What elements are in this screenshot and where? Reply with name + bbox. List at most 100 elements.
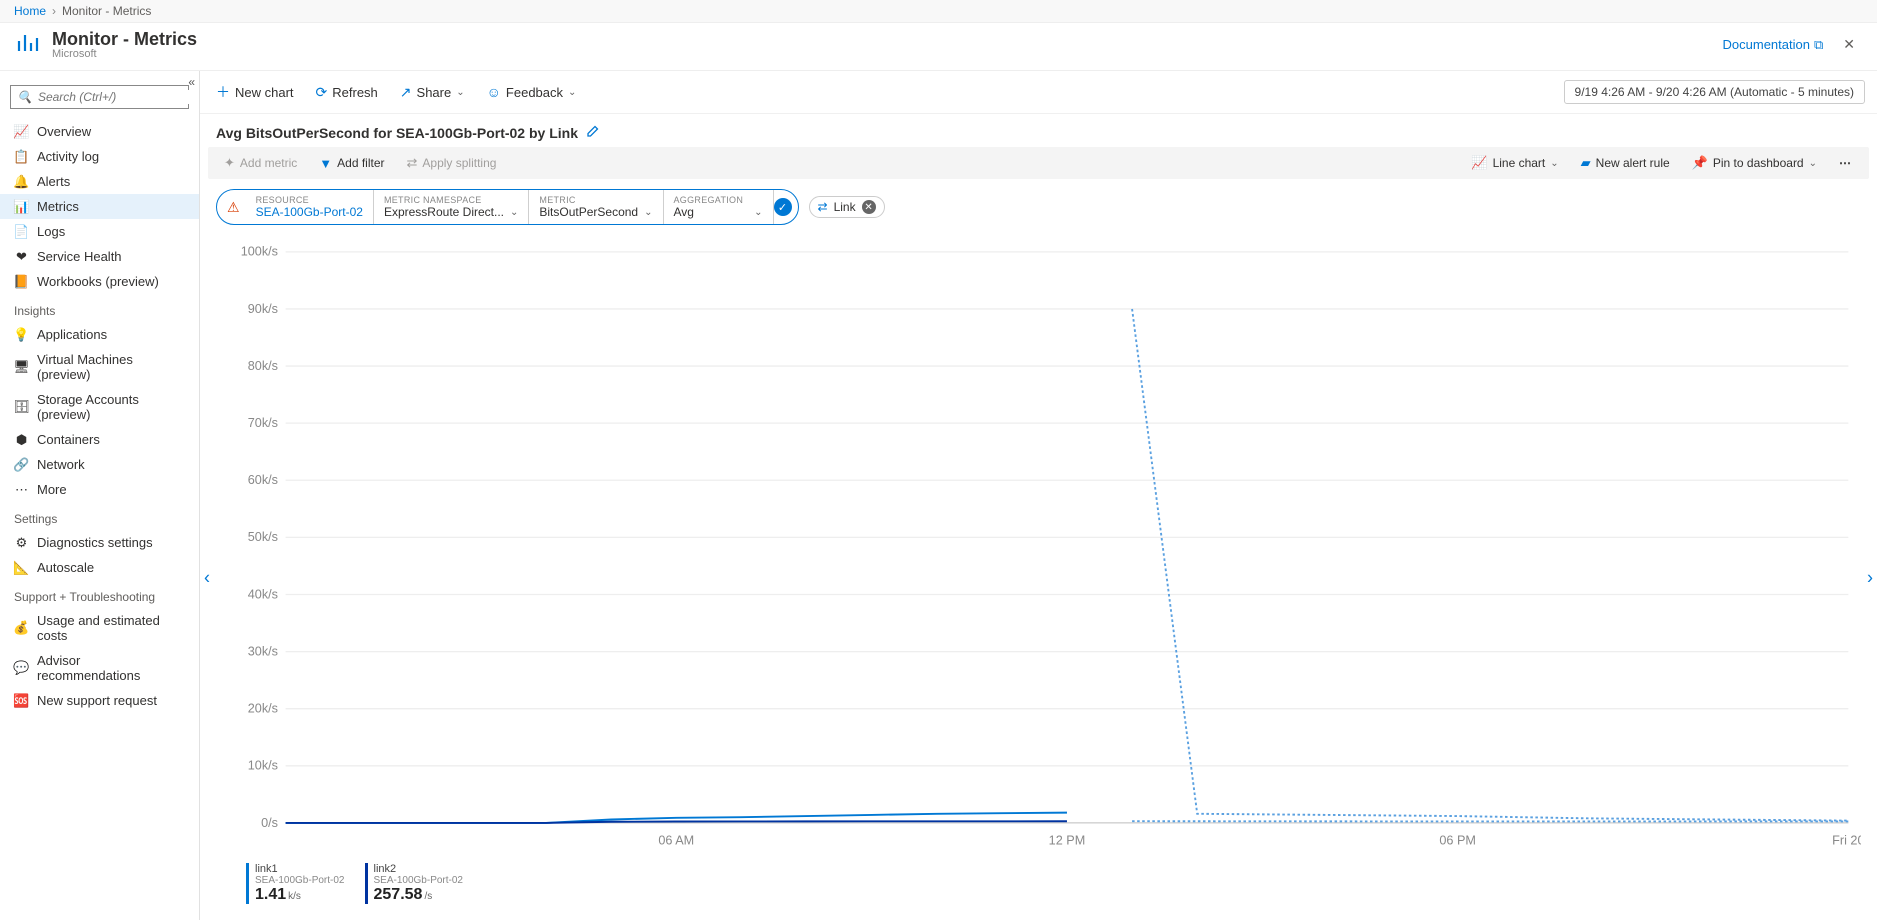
external-link-icon: ⧉ bbox=[1814, 37, 1823, 53]
legend-unit: k/s bbox=[288, 891, 301, 902]
chart-scroll-left[interactable]: ‹ bbox=[200, 561, 216, 594]
legend-resource: SEA-100Gb-Port-02 bbox=[255, 875, 345, 886]
add-metric-icon: ✦ bbox=[224, 155, 235, 171]
split-icon: ⇄ bbox=[407, 155, 418, 171]
nav-label: New support request bbox=[37, 693, 157, 708]
close-button[interactable]: ✕ bbox=[1837, 32, 1861, 57]
new-chart-button[interactable]: ＋New chart bbox=[212, 79, 298, 105]
metrics-line-chart[interactable]: 0/s10k/s20k/s30k/s40k/s50k/s60k/s70k/s80… bbox=[216, 239, 1861, 855]
aggregation-selector[interactable]: AGGREGATION Avg⌄ bbox=[664, 190, 774, 224]
metric-capsule: ⚠ RESOURCE SEA-100Gb-Port-02 METRIC NAME… bbox=[216, 189, 799, 225]
chevron-down-icon: ⌄ bbox=[510, 207, 518, 218]
nav-label: Workbooks (preview) bbox=[37, 274, 159, 289]
search-input[interactable] bbox=[38, 90, 195, 104]
sidebar-item-diagnostics-settings[interactable]: ⚙Diagnostics settings bbox=[0, 530, 199, 555]
sidebar-item-metrics[interactable]: 📊Metrics bbox=[0, 194, 199, 219]
nav-icon: 📄 bbox=[14, 224, 29, 239]
chart-legend: link1SEA-100Gb-Port-021.41k/s link2SEA-10… bbox=[216, 855, 1861, 920]
sidebar-section-header: Support + Troubleshooting bbox=[0, 580, 199, 608]
documentation-link[interactable]: Documentation ⧉ bbox=[1723, 37, 1824, 53]
chart-scroll-right[interactable]: › bbox=[1861, 561, 1877, 594]
nav-icon: 🔔 bbox=[14, 174, 29, 189]
nav-icon: 📋 bbox=[14, 149, 29, 164]
nav-label: Diagnostics settings bbox=[37, 535, 153, 550]
nav-label: Service Health bbox=[37, 249, 122, 264]
sidebar-item-logs[interactable]: 📄Logs bbox=[0, 219, 199, 244]
confirm-metric-icon[interactable]: ✓ bbox=[774, 198, 792, 216]
nav-icon: 📊 bbox=[14, 199, 29, 214]
refresh-button[interactable]: ⟳Refresh bbox=[312, 81, 382, 104]
main-content: ＋New chart ⟳Refresh ↗Share⌄ ☺Feedback⌄ 9… bbox=[200, 71, 1877, 920]
sidebar-item-advisor-recommendations[interactable]: 💬Advisor recommendations bbox=[0, 648, 199, 688]
alert-icon: ▰ bbox=[1581, 155, 1591, 171]
time-range-picker[interactable]: 9/19 4:26 AM - 9/20 4:26 AM (Automatic -… bbox=[1564, 80, 1865, 104]
split-icon: ⇄ bbox=[818, 200, 828, 214]
nav-icon: 🔗 bbox=[14, 457, 29, 472]
share-button[interactable]: ↗Share⌄ bbox=[396, 81, 469, 104]
sidebar-item-alerts[interactable]: 🔔Alerts bbox=[0, 169, 199, 194]
svg-text:30k/s: 30k/s bbox=[248, 643, 278, 658]
sidebar-item-overview[interactable]: 📈Overview bbox=[0, 119, 199, 144]
plus-icon: ＋ bbox=[216, 82, 230, 102]
svg-text:12 PM: 12 PM bbox=[1049, 833, 1086, 848]
sidebar-search[interactable]: 🔍 bbox=[10, 85, 189, 109]
resource-selector[interactable]: RESOURCE SEA-100Gb-Port-02 bbox=[246, 190, 374, 224]
sidebar-item-autoscale[interactable]: 📐Autoscale bbox=[0, 555, 199, 580]
pin-icon: 📌 bbox=[1692, 155, 1708, 171]
sidebar-item-service-health[interactable]: ❤ Service Health bbox=[0, 244, 199, 269]
remove-split-icon[interactable]: ✕ bbox=[862, 200, 876, 214]
sidebar-section-header: Insights bbox=[0, 294, 199, 322]
pin-dashboard-button[interactable]: 📌Pin to dashboard⌄ bbox=[1686, 151, 1823, 175]
add-metric-button[interactable]: ✦Add metric bbox=[218, 151, 303, 175]
apply-splitting-button[interactable]: ⇄Apply splitting bbox=[401, 151, 503, 175]
svg-text:0/s: 0/s bbox=[261, 815, 278, 830]
legend-item-link1[interactable]: link1SEA-100Gb-Port-021.41k/s bbox=[246, 863, 345, 904]
chart-type-dropdown[interactable]: 📈Line chart⌄ bbox=[1465, 151, 1564, 175]
sidebar-item-storage-accounts-preview-[interactable]: 🗄Storage Accounts (preview) bbox=[0, 387, 199, 427]
feedback-button[interactable]: ☺Feedback⌄ bbox=[483, 81, 581, 103]
chevron-down-icon: ⌄ bbox=[1809, 158, 1817, 169]
legend-item-link2[interactable]: link2SEA-100Gb-Port-02257.58/s bbox=[365, 863, 464, 904]
chevron-down-icon: ⌄ bbox=[644, 207, 652, 218]
namespace-selector[interactable]: METRIC NAMESPACE ExpressRoute Direct...⌄ bbox=[374, 190, 529, 224]
sidebar-item-applications[interactable]: 💡 Applications bbox=[0, 322, 199, 347]
svg-text:20k/s: 20k/s bbox=[248, 700, 278, 715]
nav-label: Usage and estimated costs bbox=[37, 613, 185, 643]
nav-label: Advisor recommendations bbox=[37, 653, 185, 683]
nav-icon: 💰 bbox=[14, 621, 29, 636]
split-by-pill[interactable]: ⇄ Link ✕ bbox=[809, 196, 885, 218]
breadcrumb: Home › Monitor - Metrics bbox=[0, 0, 1877, 23]
svg-text:Fri 20: Fri 20 bbox=[1832, 833, 1861, 848]
nav-label: Storage Accounts (preview) bbox=[37, 392, 185, 422]
add-filter-button[interactable]: ▼Add filter bbox=[313, 152, 390, 175]
sidebar-item-activity-log[interactable]: 📋Activity log bbox=[0, 144, 199, 169]
nav-icon: 💡 bbox=[14, 327, 29, 342]
nav-label: Virtual Machines (preview) bbox=[37, 352, 185, 382]
metric-actions-bar: ✦Add metric ▼Add filter ⇄Apply splitting… bbox=[208, 147, 1869, 179]
line-chart-icon: 📈 bbox=[1471, 155, 1487, 171]
nav-icon: 📙 bbox=[14, 274, 29, 289]
nav-icon: ❤ bbox=[14, 249, 29, 264]
svg-text:100k/s: 100k/s bbox=[241, 244, 278, 259]
sidebar-item-containers[interactable]: ⬢ Containers bbox=[0, 427, 199, 452]
sidebar: « 🔍 📈Overview📋Activity log🔔Alerts📊Metric… bbox=[0, 71, 200, 920]
more-menu-button[interactable]: ⋯ bbox=[1833, 152, 1859, 174]
nav-label: Network bbox=[37, 457, 85, 472]
breadcrumb-home[interactable]: Home bbox=[14, 4, 46, 18]
page-title: Monitor - Metrics bbox=[52, 29, 197, 50]
nav-icon: ⬢ bbox=[14, 432, 29, 447]
sidebar-item-more[interactable]: ⋯More bbox=[0, 477, 199, 502]
nav-label: Applications bbox=[37, 327, 107, 342]
sidebar-item-usage-and-estimated-costs[interactable]: 💰 Usage and estimated costs bbox=[0, 608, 199, 648]
sidebar-item-network[interactable]: 🔗 Network bbox=[0, 452, 199, 477]
nav-icon: 📐 bbox=[14, 560, 29, 575]
sidebar-item-new-support-request[interactable]: 🆘New support request bbox=[0, 688, 199, 713]
edit-title-icon[interactable] bbox=[586, 124, 600, 141]
sidebar-item-virtual-machines-preview-[interactable]: 🖥Virtual Machines (preview) bbox=[0, 347, 199, 387]
sidebar-item-workbooks-preview-[interactable]: 📙 Workbooks (preview) bbox=[0, 269, 199, 294]
new-alert-rule-button[interactable]: ▰New alert rule bbox=[1575, 151, 1676, 175]
metric-selector[interactable]: METRIC BitsOutPerSecond⌄ bbox=[529, 190, 663, 224]
chevron-down-icon: ⌄ bbox=[456, 87, 464, 98]
nav-label: Containers bbox=[37, 432, 100, 447]
sidebar-collapse-toggle[interactable]: « bbox=[188, 75, 195, 89]
